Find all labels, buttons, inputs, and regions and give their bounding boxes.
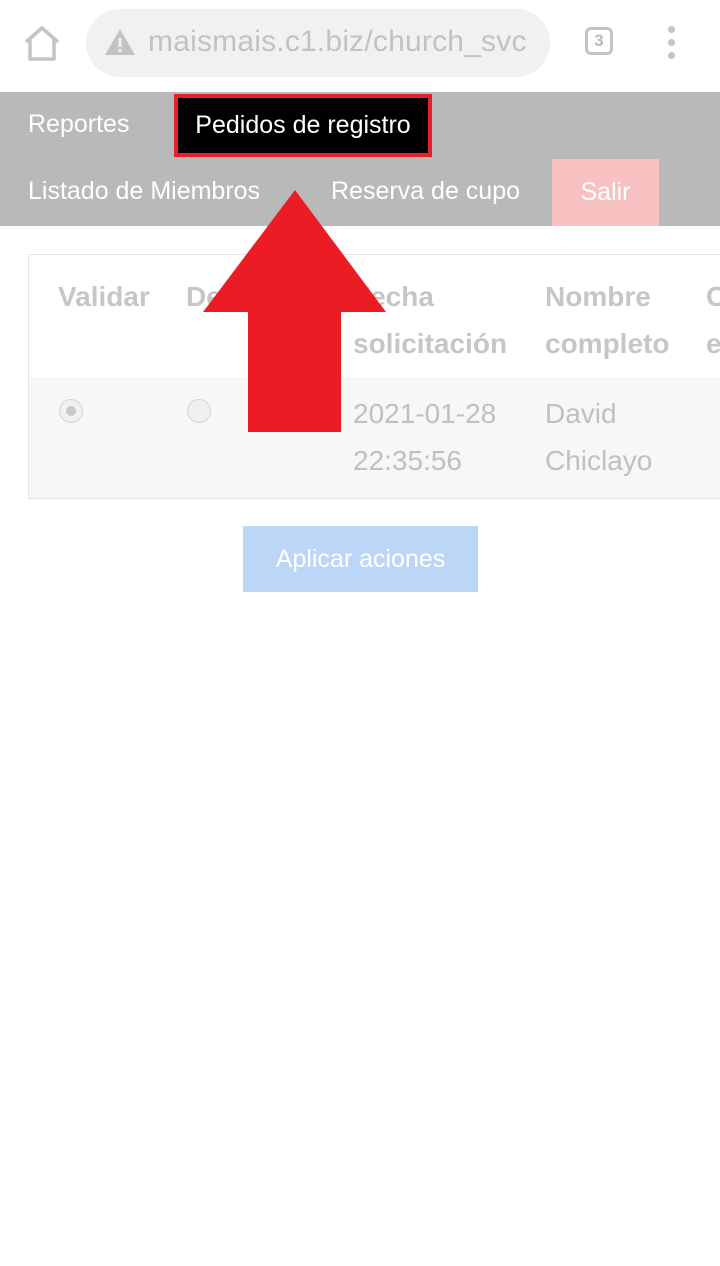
logout-button[interactable]: Salir [552,159,659,226]
nav-item-pedidos-de-registro[interactable]: Pedidos de registro [174,94,432,157]
address-bar[interactable]: maismais.c1.biz/church_svc [86,9,550,77]
url-text: maismais.c1.biz/church_svc [148,25,527,58]
cell-nombre: David Chiclayo [545,390,652,484]
header-next-line1: C [706,273,720,320]
header-nombre: Nombre completo [545,273,669,367]
cell-nombre-first: David [545,398,617,429]
header-validar: Validar [58,281,150,312]
home-icon[interactable] [20,22,64,66]
nav-item-reportes[interactable]: Reportes [28,110,129,139]
warning-icon [104,27,136,57]
apply-actions-button[interactable]: Aplicar aciones [243,526,478,592]
browser-toolbar: maismais.c1.biz/church_svc 3 [0,0,720,92]
cell-fecha-time: 22:35:56 [353,445,462,476]
header-nombre-line1: Nombre [545,281,651,312]
validar-radio[interactable] [59,399,83,423]
header-nombre-line2: completo [545,328,670,359]
cell-nombre-last: Chiclayo [545,445,653,476]
tab-count: 3 [594,31,604,50]
header-next-column: C e [706,273,720,367]
more-vert-icon[interactable] [660,26,682,60]
annotation-arrow-icon [203,190,386,432]
tabs-icon[interactable]: 3 [585,27,613,55]
header-next-line2: e [706,320,720,367]
